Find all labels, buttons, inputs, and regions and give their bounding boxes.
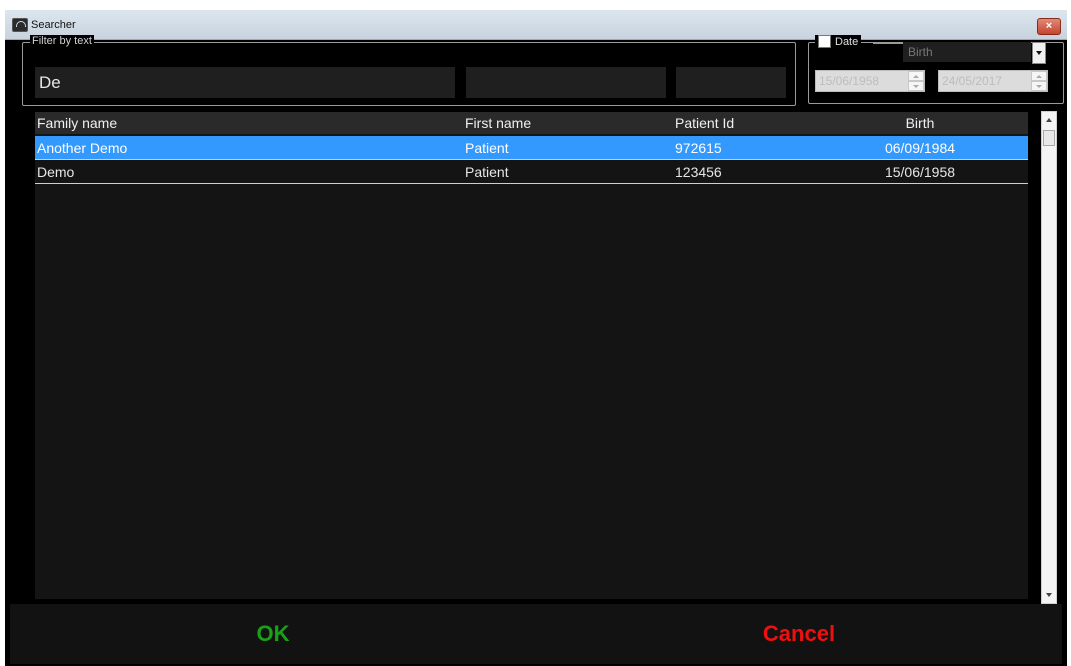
date-checkbox-label: Date: [835, 35, 859, 48]
title-bar[interactable]: Searcher ×: [5, 10, 1067, 40]
first-name-filter-input[interactable]: [466, 67, 666, 98]
footer: OK Cancel: [10, 604, 1062, 664]
to-date-spin-buttons[interactable]: [1031, 71, 1047, 91]
spin-down-icon[interactable]: [1031, 81, 1047, 91]
patient-id-filter-input[interactable]: [676, 67, 786, 98]
cell-birth: 15/06/1958: [884, 163, 956, 180]
column-header-first-name[interactable]: First name: [465, 112, 531, 134]
from-date-spin-buttons[interactable]: [908, 71, 924, 91]
chevron-down-icon[interactable]: [1032, 42, 1046, 64]
table-row[interactable]: Another Demo Patient 972615 06/09/1984: [35, 136, 1028, 160]
table-header: Family name First name Patient Id Birth: [35, 112, 1028, 134]
close-icon: ×: [1045, 20, 1053, 32]
date-legend[interactable]: Date: [815, 35, 862, 48]
cell-patient-id: 123456: [675, 163, 722, 180]
scroll-thumb[interactable]: [1043, 130, 1055, 146]
window-title: Searcher: [31, 19, 76, 31]
scroll-down-icon[interactable]: [1042, 587, 1056, 603]
spin-up-icon[interactable]: [908, 71, 924, 81]
close-button[interactable]: ×: [1037, 18, 1061, 35]
column-header-patient-id[interactable]: Patient Id: [675, 112, 734, 134]
to-date-spinner[interactable]: 24/05/2017: [938, 70, 1048, 92]
table-row[interactable]: Demo Patient 123456 15/06/1958: [35, 160, 1028, 184]
to-date-value[interactable]: 24/05/2017: [939, 71, 1031, 91]
column-header-birth[interactable]: Birth: [855, 112, 985, 134]
family-name-filter-input[interactable]: [35, 67, 455, 98]
cell-family-name: Demo: [37, 163, 75, 180]
filter-legend: Filter by text: [30, 35, 94, 47]
spin-up-icon[interactable]: [1031, 71, 1047, 81]
cell-first-name: Patient: [465, 163, 509, 180]
cancel-button[interactable]: Cancel: [536, 604, 1062, 664]
vertical-scrollbar[interactable]: [1041, 111, 1057, 604]
from-date-value[interactable]: 15/06/1958: [816, 71, 908, 91]
column-header-family-name[interactable]: Family name: [37, 112, 117, 134]
ok-button[interactable]: OK: [10, 604, 536, 664]
divider: [873, 43, 903, 44]
date-checkbox[interactable]: [818, 35, 831, 48]
cell-first-name: Patient: [465, 139, 509, 156]
app-icon: [12, 18, 28, 32]
cell-family-name: Another Demo: [37, 139, 128, 156]
cell-birth: 06/09/1984: [884, 139, 956, 156]
scroll-up-icon[interactable]: [1042, 112, 1056, 128]
from-date-spinner[interactable]: 15/06/1958: [815, 70, 925, 92]
date-field-select-value: Birth: [908, 45, 933, 59]
date-field-select[interactable]: Birth: [903, 42, 1031, 62]
patient-results-table[interactable]: Family name First name Patient Id Birth …: [35, 112, 1028, 599]
spin-down-icon[interactable]: [908, 81, 924, 91]
cell-patient-id: 972615: [675, 139, 722, 156]
